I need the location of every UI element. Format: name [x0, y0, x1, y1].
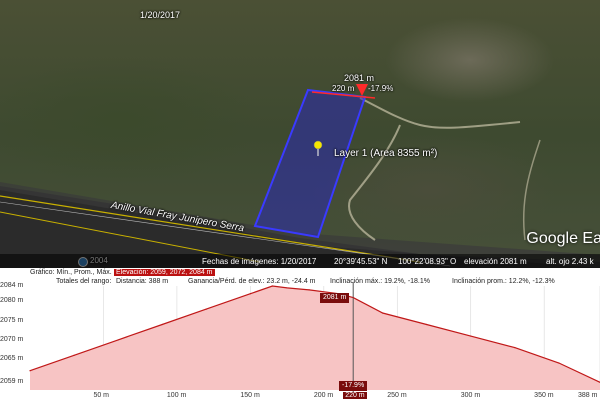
marker-elevation-label: 2081 m [344, 73, 375, 83]
profile-point-10 [352, 296, 354, 299]
profile-point-14 [514, 347, 516, 349]
profile-area [30, 286, 600, 390]
profile-point-6 [271, 285, 273, 287]
elevation-readout: elevación 2081 m [464, 257, 527, 266]
longitude-readout: 100°22'08.93" O [398, 257, 457, 266]
area-polygon[interactable] [253, 88, 367, 239]
x-tick-label: 250 m [387, 392, 407, 399]
x-tick-label: 100 m [166, 392, 187, 399]
map-date-label: 1/20/2017 [140, 10, 181, 20]
x-tick-label: 50 m [93, 392, 110, 399]
x-tick-label: 220 m [343, 392, 367, 399]
profile-point-13 [470, 335, 472, 337]
y-tick-label: 2059 m [0, 378, 24, 386]
profile-point-7 [286, 287, 288, 289]
latitude-readout: 20°39'45.53" N [334, 257, 388, 266]
google-earth-watermark: Google Ea [526, 230, 600, 247]
map-overlay [0, 84, 600, 268]
x-tick-label: 350 m [534, 392, 554, 399]
x-tick-label: 150 m [240, 392, 260, 399]
profile-point-8 [308, 289, 310, 291]
x-tick-label: 200 m [313, 392, 334, 399]
profile-point-11 [381, 312, 384, 314]
position-marker-icon [356, 84, 368, 96]
elevation-profile-chart[interactable] [0, 268, 600, 400]
dirt-track-3 [522, 139, 541, 241]
eye-altitude-readout: alt. ojo 2.43 k [546, 257, 594, 266]
layer-label[interactable]: Layer 1 (Area 8355 m²) [334, 148, 437, 159]
marker-slope-label: -17.9% [368, 84, 394, 93]
profile-point-4 [205, 308, 207, 310]
x-tick-label: 388 m [578, 392, 598, 399]
profile-point-2 [117, 339, 119, 341]
profile-point-5 [249, 293, 251, 295]
y-tick-label: 2084 m [0, 282, 24, 289]
map-view[interactable]: 1/20/2017 2081 m 220 m -17.9% Layer 1 (A… [0, 0, 600, 268]
cursor-elevation-callout: 2081 m [320, 293, 350, 303]
dirt-track-2 [348, 124, 401, 241]
profile-point-0 [29, 370, 31, 372]
y-tick-label: 2075 m [0, 316, 24, 324]
cursor-slope-callout: -17.9% [339, 381, 368, 391]
marker-distance-label: 220 m [332, 84, 355, 93]
profile-point-12 [426, 323, 428, 326]
pushpin-icon[interactable] [312, 140, 324, 156]
profile-point-1 [73, 354, 75, 356]
y-tick-label: 2070 m [0, 335, 24, 343]
y-tick-label: 2065 m [0, 355, 24, 363]
imagery-date: Fechas de imágenes: 1/20/2017 [202, 257, 317, 266]
profile-point-3 [161, 323, 163, 326]
dirt-track-1 [359, 97, 521, 129]
x-tick-label: 300 m [460, 392, 481, 399]
y-tick-label: 2080 m [0, 297, 24, 305]
profile-point-15 [558, 362, 560, 364]
